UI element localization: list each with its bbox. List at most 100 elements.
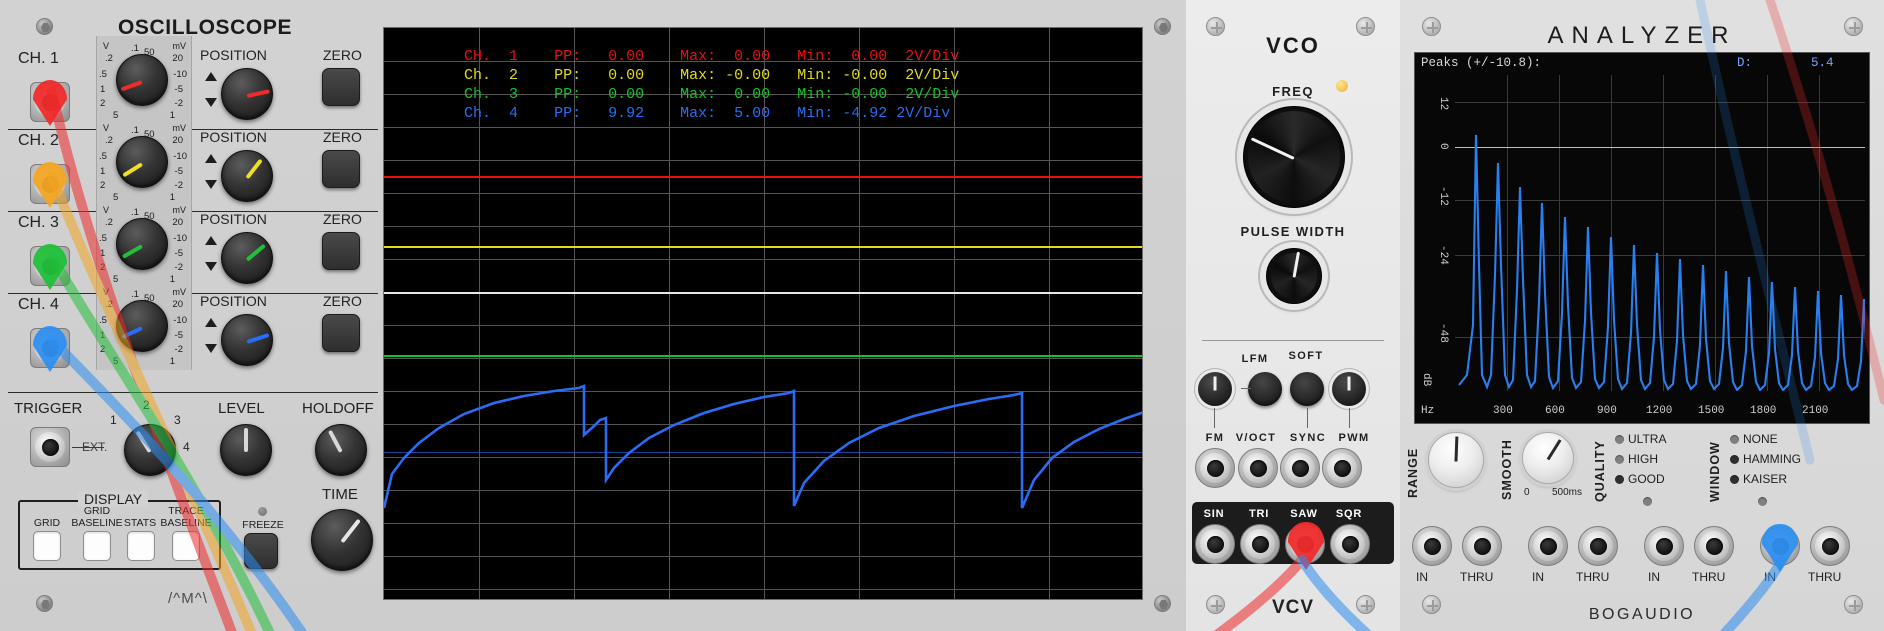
channel-4-position-knob[interactable] [221, 314, 273, 366]
bogaudio-logo: BOGAUDIO [1588, 606, 1696, 623]
module-analyzer[interactable]: ANALYZER Peaks (+/-10.8): D: 5.4 12 0 -1… [1400, 0, 1884, 631]
thru-jack-1[interactable] [1462, 526, 1502, 566]
window-label: WINDOW [1708, 441, 1722, 502]
hz-tick-1200: 1200 [1646, 405, 1673, 417]
channel-3-label: CH. 3 [18, 214, 59, 231]
channel-1-volts-div-knob[interactable] [116, 54, 168, 106]
freeze-led-icon [258, 507, 267, 516]
display-option-trace-baseline-checkbox[interactable] [172, 531, 200, 561]
channel-row-3: CH. 3 V mV .1 50 .2 20 .5 -10 1 -5 2 -2 … [0, 200, 378, 290]
range-knob[interactable] [1428, 432, 1484, 488]
freq-label: FREQ [1272, 84, 1314, 99]
peaks-label: Peaks (+/-10.8): [1421, 56, 1542, 70]
channel-3-volts-div-knob[interactable] [116, 218, 168, 270]
window-none-radio[interactable] [1730, 435, 1739, 444]
smooth-knob[interactable] [1522, 432, 1574, 484]
position-down-arrow-icon [205, 262, 217, 271]
trigger-label: TRIGGER [14, 400, 83, 417]
tri-output-jack[interactable] [1240, 524, 1280, 564]
window-hamming-radio[interactable] [1730, 455, 1739, 464]
quality-high-radio[interactable] [1615, 455, 1624, 464]
trigger-level-knob[interactable] [220, 424, 272, 476]
input-3-label: IN [1648, 570, 1660, 584]
channel-4-zero-button[interactable] [322, 314, 360, 352]
display-option-grid-checkbox[interactable] [33, 531, 61, 561]
module-oscilloscope[interactable]: OSCILLOSCOPE CH. 1 V mV .1 50 .2 20 .5 -… [0, 0, 1186, 631]
thru-jack-4[interactable] [1810, 526, 1850, 566]
channel-2-zero-button[interactable] [322, 150, 360, 188]
channel-1-zero-label: ZERO [323, 47, 362, 63]
channel-2-position-knob[interactable] [221, 150, 273, 202]
pwm-jack-label: PWM [1338, 432, 1370, 444]
input-jack-2[interactable] [1528, 526, 1568, 566]
position-down-arrow-icon [205, 98, 217, 107]
analyzer-screen[interactable]: Peaks (+/-10.8): D: 5.4 12 0 -12 -24 -48… [1414, 52, 1870, 424]
channel-4-label: CH. 4 [18, 296, 59, 313]
hz-tick-1800: 1800 [1750, 405, 1777, 417]
display-option-grid-baseline-checkbox[interactable] [83, 531, 111, 561]
input-jack-3[interactable] [1644, 526, 1684, 566]
db-tick-12: 12 [1437, 97, 1449, 111]
channel-2-volts-div-knob[interactable] [116, 136, 168, 188]
channel-1-label: CH. 1 [18, 50, 59, 67]
spectrum-curve [1458, 134, 1865, 391]
quality-good-radio[interactable] [1615, 475, 1624, 484]
fm-amount-knob[interactable] [1198, 372, 1232, 406]
channel-3-zero-button[interactable] [322, 232, 360, 270]
voct-input-jack[interactable] [1238, 448, 1278, 488]
quality-ultra-radio[interactable] [1615, 435, 1624, 444]
channel-4-volts-div-knob[interactable] [116, 300, 168, 352]
hz-tick-2100: 2100 [1802, 405, 1829, 417]
trigger-ext-jack[interactable] [30, 427, 70, 467]
trigger-channel-knob[interactable] [124, 424, 176, 476]
smooth-label: SMOOTH [1500, 439, 1514, 500]
holdoff-knob[interactable] [315, 424, 367, 476]
pulse-width-knob[interactable] [1266, 248, 1322, 304]
thru-jack-3[interactable] [1694, 526, 1734, 566]
screw-icon [36, 595, 53, 612]
quality-extra-radio[interactable] [1643, 497, 1652, 506]
time-knob[interactable] [311, 509, 373, 571]
channel-3-zero-label: ZERO [323, 211, 362, 227]
sync-input-jack[interactable] [1280, 448, 1320, 488]
cable-plug-analyzer-in[interactable] [1762, 524, 1798, 572]
thru-jack-2[interactable] [1578, 526, 1618, 566]
divider [8, 392, 378, 393]
position-down-arrow-icon [205, 344, 217, 353]
channel-2-zero-label: ZERO [323, 129, 362, 145]
quality-label: QUALITY [1593, 440, 1607, 502]
channel-3-position-knob[interactable] [221, 232, 273, 284]
freeze-button[interactable] [244, 533, 278, 569]
channel-2-position-label: POSITION [200, 129, 267, 145]
module-vco[interactable]: VCO FREQ PULSE WIDTH LFM SOFT FM V/OCT S… [1186, 0, 1400, 631]
display-option-stats-checkbox[interactable] [127, 531, 155, 561]
lfm-toggle-button[interactable] [1248, 372, 1282, 406]
channel-1-zero-button[interactable] [322, 68, 360, 106]
quality-high-label: HIGH [1628, 452, 1658, 466]
screw-icon [1154, 595, 1171, 612]
display-option-trace-baseline-label: BASELINE [160, 517, 212, 529]
window-kaiser-radio[interactable] [1730, 475, 1739, 484]
channel-4-zero-label: ZERO [323, 293, 362, 309]
fm-input-jack[interactable] [1195, 448, 1235, 488]
channel-1-position-knob[interactable] [221, 68, 273, 120]
display-option-grid-baseline-label-top: GRID [83, 505, 111, 517]
channel-3-position-label: POSITION [200, 211, 267, 227]
pwm-amount-knob[interactable] [1332, 372, 1366, 406]
window-extra-radio[interactable] [1758, 497, 1767, 506]
range-label: RANGE [1406, 447, 1420, 498]
input-1-label: IN [1416, 570, 1428, 584]
pwm-input-jack[interactable] [1322, 448, 1362, 488]
sin-output-jack[interactable] [1195, 524, 1235, 564]
analyzer-plot-area [1455, 75, 1865, 391]
divider [1202, 340, 1384, 341]
position-up-arrow-icon [205, 72, 217, 81]
sqr-output-jack[interactable] [1330, 524, 1370, 564]
freq-knob[interactable] [1243, 106, 1345, 208]
trigger-tick-2: 2 [143, 398, 150, 412]
soft-sync-toggle-button[interactable] [1290, 372, 1324, 406]
screw-icon [1154, 18, 1171, 35]
oscilloscope-screen[interactable]: CH. 1 PP: 0.00 Max: 0.00 Min: 0.00 2V/Di… [383, 27, 1143, 600]
input-jack-1[interactable] [1412, 526, 1452, 566]
display-option-grid-label: GRID [33, 517, 61, 529]
